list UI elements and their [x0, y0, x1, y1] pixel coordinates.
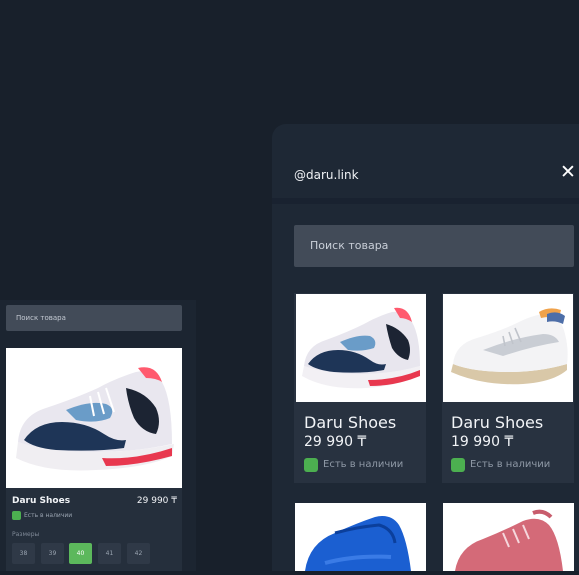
product-image [6, 348, 182, 488]
search-input[interactable]: Поиск товара [6, 305, 182, 331]
shop-handle: @daru.link [294, 168, 359, 182]
product-image[interactable] [443, 503, 574, 571]
product-title[interactable]: Daru Shoes [451, 413, 543, 432]
product-price: 29 990 ₸ [304, 434, 367, 450]
stock-status: Есть в наличии [323, 459, 404, 470]
size-option[interactable]: 38 [12, 543, 35, 564]
stock-status: Есть в наличии [470, 459, 551, 470]
size-option[interactable]: 39 [41, 543, 64, 564]
header-divider [272, 198, 579, 204]
size-option-selected[interactable]: 40 [69, 543, 92, 564]
product-image[interactable] [295, 503, 426, 571]
product-title[interactable]: Daru Shoes [304, 413, 396, 432]
close-icon[interactable]: ✕ [560, 160, 576, 184]
search-input[interactable]: Поиск товара [294, 225, 574, 267]
product-price: 19 990 ₸ [451, 434, 514, 450]
size-option[interactable]: 42 [127, 543, 150, 564]
sizes-label: Размеры [12, 531, 40, 538]
product-image [443, 294, 573, 402]
in-stock-icon [304, 458, 318, 472]
in-stock-icon [12, 511, 21, 520]
stock-status: Есть в наличии [24, 512, 73, 519]
size-option[interactable]: 41 [98, 543, 121, 564]
product-title[interactable]: Daru Shoes [12, 496, 70, 506]
product-image [296, 294, 426, 402]
product-price: 29 990 ₸ [136, 496, 177, 506]
in-stock-icon [451, 458, 465, 472]
